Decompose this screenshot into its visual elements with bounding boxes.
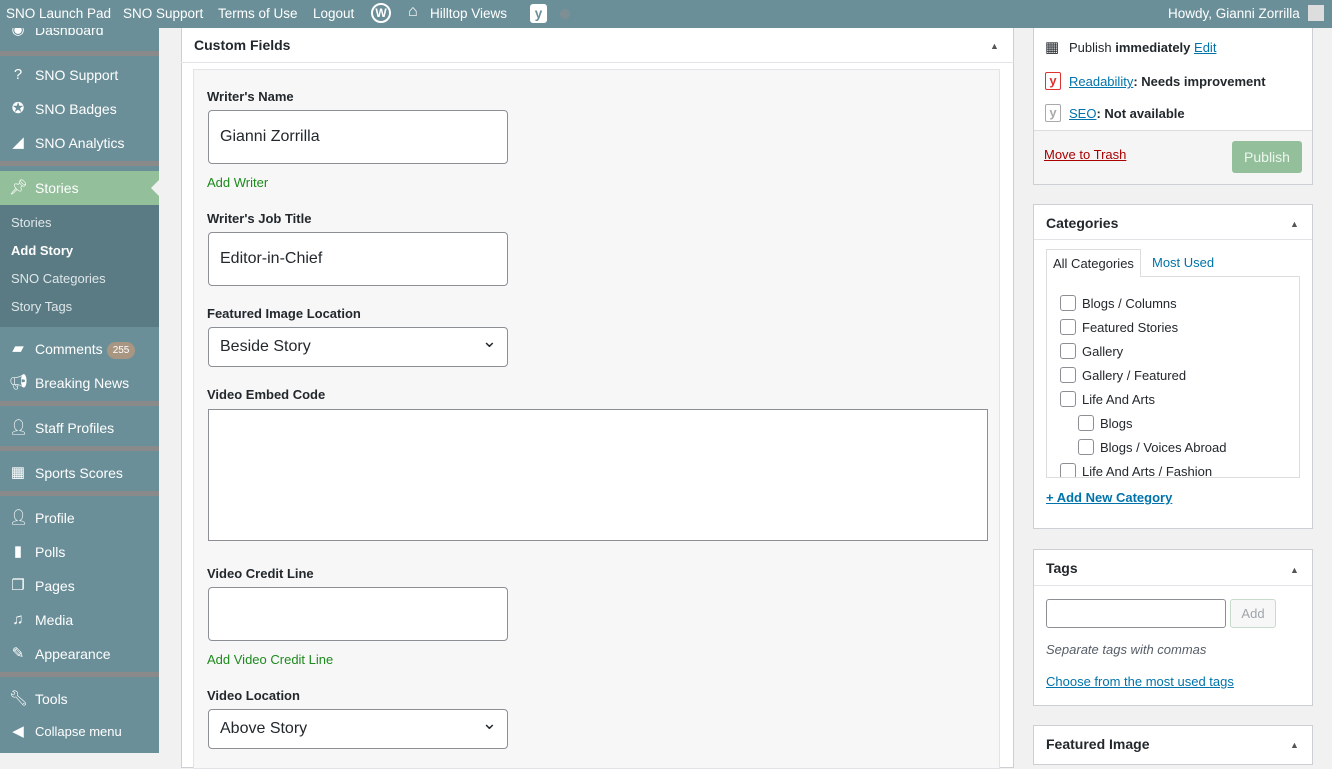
sidebar-item-dashboard[interactable]: ◉ Dashboard bbox=[0, 28, 159, 47]
user-icon: 👤︎ bbox=[9, 419, 29, 436]
help-icon: ? bbox=[13, 66, 23, 83]
collapse-toggle-icon[interactable]: ▲ bbox=[1290, 740, 1299, 750]
video-location-select[interactable]: Above Story bbox=[208, 704, 508, 749]
calendar-icon: ▦ bbox=[10, 464, 26, 481]
yoast-icon[interactable]: y bbox=[530, 4, 547, 23]
add-tag-button[interactable]: Add bbox=[1230, 599, 1276, 628]
sidebar-item-polls[interactable]: ▮ Polls bbox=[0, 535, 159, 569]
readability-status: Readability: Needs improvement bbox=[1069, 74, 1266, 89]
category-item[interactable]: Gallery / Featured bbox=[1082, 368, 1186, 383]
collapse-menu-button[interactable]: ◀ Collapse menu bbox=[0, 715, 159, 749]
add-writer-link[interactable]: Add Writer bbox=[207, 175, 268, 190]
add-new-category-link[interactable]: + Add New Category bbox=[1046, 490, 1172, 505]
avatar[interactable] bbox=[1308, 5, 1324, 21]
tags-hint: Separate tags with commas bbox=[1046, 642, 1207, 657]
publish-schedule: Publish immediately Edit bbox=[1069, 40, 1217, 55]
home-icon: ⌂ bbox=[408, 3, 418, 20]
sidebar-item-breaking-news[interactable]: 📢︎ Breaking News bbox=[0, 366, 159, 400]
job-title-input[interactable]: Editor-in-Chief bbox=[208, 232, 508, 286]
publish-button[interactable]: Publish bbox=[1232, 141, 1302, 173]
writer-name-label: Writer's Name bbox=[207, 89, 294, 104]
terms-link[interactable]: Terms of Use bbox=[218, 6, 298, 21]
edit-schedule-link[interactable]: Edit bbox=[1194, 40, 1216, 55]
pin-icon: 📌︎ bbox=[9, 179, 29, 196]
sidebar-item-tools[interactable]: 🔧︎ Tools bbox=[0, 682, 159, 716]
featured-image-title: Featured Image bbox=[1046, 736, 1150, 752]
category-item[interactable]: Blogs bbox=[1100, 416, 1133, 431]
categories-title: Categories bbox=[1046, 215, 1119, 231]
video-embed-textarea[interactable] bbox=[208, 409, 988, 541]
image-location-label: Featured Image Location bbox=[207, 306, 361, 321]
dashboard-icon: ◉ bbox=[11, 28, 25, 38]
sidebar-item-sports-scores[interactable]: ▦ Sports Scores bbox=[0, 456, 159, 490]
media-icon: ♫ bbox=[12, 611, 24, 628]
sidebar-item-sno-analytics[interactable]: ◢ SNO Analytics bbox=[0, 126, 159, 160]
category-item[interactable]: Gallery bbox=[1082, 344, 1123, 359]
seo-status: SEO: Not available bbox=[1069, 106, 1185, 121]
brush-icon: ✎ bbox=[11, 645, 25, 662]
yoast-readability-icon: y bbox=[1045, 72, 1061, 90]
tags-title: Tags bbox=[1046, 560, 1078, 576]
sidebar-item-sno-badges[interactable]: ✪ SNO Badges bbox=[0, 92, 159, 126]
stories-submenu: Stories Add Story SNO Categories Story T… bbox=[0, 205, 159, 327]
megaphone-icon: 📢︎ bbox=[9, 374, 29, 391]
category-list[interactable]: Blogs / Columns Featured Stories Gallery… bbox=[1046, 276, 1300, 478]
site-name-link[interactable]: Hilltop Views bbox=[430, 6, 507, 21]
collapse-toggle-icon[interactable]: ▲ bbox=[990, 41, 999, 51]
wordpress-icon[interactable]: W bbox=[371, 3, 391, 23]
user-icon: 👤︎ bbox=[9, 509, 29, 526]
sidebar-item-sno-support[interactable]: ? SNO Support bbox=[0, 58, 159, 92]
howdy-user[interactable]: Howdy, Gianni Zorrilla bbox=[1168, 6, 1300, 21]
sidebar-item-staff-profiles[interactable]: 👤︎ Staff Profiles bbox=[0, 411, 159, 445]
category-item[interactable]: Blogs / Columns bbox=[1082, 296, 1177, 311]
category-item[interactable]: Life And Arts / Fashion bbox=[1082, 464, 1212, 477]
video-embed-label: Video Embed Code bbox=[207, 387, 326, 402]
calendar-icon: ▦ bbox=[1045, 39, 1060, 56]
image-location-select[interactable]: Beside Story bbox=[208, 322, 508, 367]
admin-bar: SNO Launch Pad SNO Support Terms of Use … bbox=[0, 0, 1332, 28]
submenu-story-tags[interactable]: Story Tags bbox=[0, 293, 159, 321]
category-item[interactable]: Life And Arts bbox=[1082, 392, 1155, 407]
sidebar-item-profile[interactable]: 👤︎ Profile bbox=[0, 501, 159, 535]
pages-icon: ❐ bbox=[11, 577, 25, 594]
sidebar-item-pages[interactable]: ❐ Pages bbox=[0, 569, 159, 603]
comment-count-badge: 255 bbox=[106, 341, 136, 359]
comment-icon: ▰ bbox=[12, 340, 24, 357]
choose-tags-link[interactable]: Choose from the most used tags bbox=[1046, 674, 1234, 689]
sidebar-item-media[interactable]: ♫ Media bbox=[0, 603, 159, 637]
category-item[interactable]: Blogs / Voices Abroad bbox=[1100, 440, 1226, 455]
move-to-trash-link[interactable]: Move to Trash bbox=[1044, 147, 1126, 162]
sidebar-item-comments[interactable]: ▰ Comments 255 bbox=[0, 332, 159, 366]
tab-most-used[interactable]: Most Used bbox=[1152, 255, 1214, 270]
writer-name-input[interactable]: Gianni Zorrilla bbox=[208, 110, 508, 164]
collapse-toggle-icon[interactable]: ▲ bbox=[1290, 565, 1299, 575]
collapse-icon: ◀ bbox=[12, 723, 24, 740]
yoast-seo-icon: y bbox=[1045, 104, 1061, 122]
tab-all-categories[interactable]: All Categories bbox=[1046, 249, 1141, 277]
logout-link[interactable]: Logout bbox=[313, 6, 354, 21]
chart-icon: ◢ bbox=[12, 134, 24, 151]
custom-fields-title: Custom Fields bbox=[194, 37, 291, 53]
status-dot-icon bbox=[560, 9, 570, 19]
wrench-icon: 🔧︎ bbox=[9, 690, 29, 707]
submenu-stories[interactable]: Stories bbox=[0, 209, 159, 237]
category-item[interactable]: Featured Stories bbox=[1082, 320, 1178, 335]
sidebar-item-stories[interactable]: 📌︎ Stories bbox=[0, 171, 159, 205]
submenu-sno-categories[interactable]: SNO Categories bbox=[0, 265, 159, 293]
sidebar: ◉ Dashboard ? SNO Support ✪ SNO Badges ◢ SNO… bbox=[0, 28, 159, 753]
collapse-toggle-icon[interactable]: ▲ bbox=[1290, 219, 1299, 229]
video-credit-input[interactable] bbox=[208, 587, 508, 641]
sno-support-link[interactable]: SNO Support bbox=[123, 6, 203, 21]
job-title-label: Writer's Job Title bbox=[207, 211, 312, 226]
sidebar-item-appearance[interactable]: ✎ Appearance bbox=[0, 637, 159, 671]
add-video-credit-link[interactable]: Add Video Credit Line bbox=[207, 652, 333, 667]
poll-icon: ▮ bbox=[13, 543, 23, 560]
video-location-label: Video Location bbox=[207, 688, 300, 703]
badge-icon: ✪ bbox=[11, 100, 25, 117]
sno-launch-pad-link[interactable]: SNO Launch Pad bbox=[6, 6, 111, 21]
video-credit-label: Video Credit Line bbox=[207, 566, 314, 581]
tag-input[interactable] bbox=[1046, 599, 1226, 628]
submenu-add-story[interactable]: Add Story bbox=[0, 237, 159, 265]
